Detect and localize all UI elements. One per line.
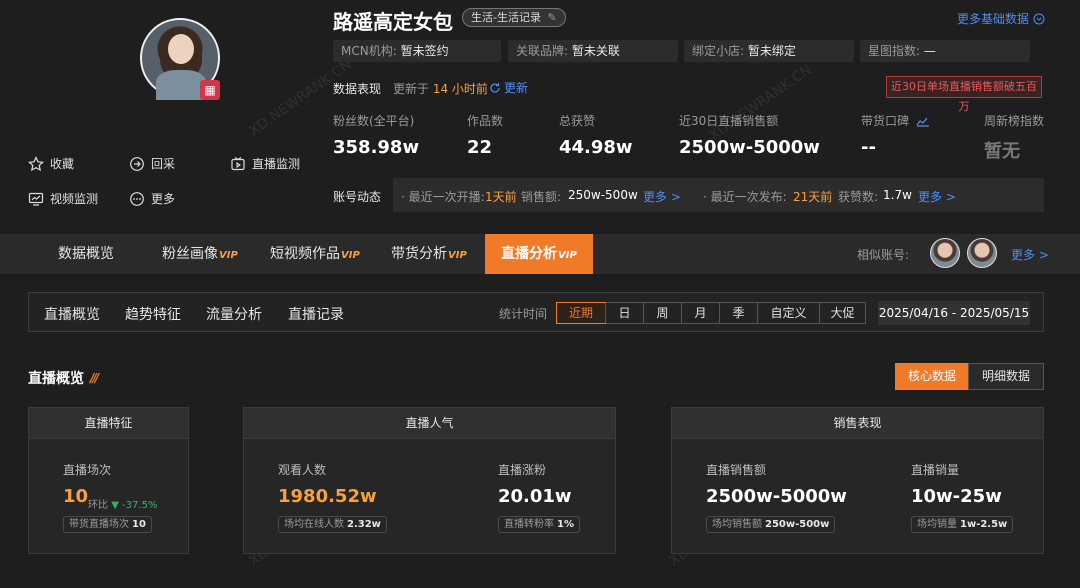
period-custom[interactable]: 自定义: [757, 303, 819, 323]
video-monitor-button[interactable]: 视频监测: [28, 190, 98, 207]
tab-overview[interactable]: 数据概览: [58, 234, 114, 274]
similar-account-avatar[interactable]: [967, 238, 997, 268]
subtab-trend[interactable]: 趋势特征: [125, 304, 181, 324]
slash-decoration-icon: ///: [90, 371, 99, 385]
watermark: XD.NEWRANK.CN: [706, 61, 815, 145]
trend-icon[interactable]: [916, 116, 930, 127]
stat-likes-label: 总获赞: [559, 114, 596, 128]
shop-info: 绑定小店: 暂未绑定: [684, 40, 854, 62]
account-dynamics: · 最近一次开播: 1天前 销售额: 250w-500w 更多 > · 最近一次…: [393, 178, 1044, 212]
fans-gain-value: 20.01w: [498, 486, 572, 507]
updated-time: 更新于 14 小时前: [393, 82, 488, 96]
avg-online-chip: 场均在线人数 2.32w: [278, 516, 387, 533]
monitor-chart-icon: [28, 192, 44, 206]
core-data-toggle[interactable]: 核心数据: [895, 363, 969, 390]
avg-volume-chip: 场均销量 1w-2.5w: [911, 516, 1014, 533]
subtab-live-overview[interactable]: 直播概览: [44, 304, 100, 324]
period-season[interactable]: 季: [719, 303, 757, 323]
star-index-info: 星图指数: —: [860, 40, 1030, 62]
tab-videos[interactable]: 短视频作品VIP: [270, 234, 360, 274]
fan-conversion-chip: 直播转粉率 1%: [498, 516, 580, 533]
more-publish-link[interactable]: 更多 >: [918, 188, 956, 205]
category-tag[interactable]: 生活-生活记录 ✎: [462, 8, 566, 27]
stat-live-sales-label: 近30日直播销售额: [679, 114, 779, 128]
stat-weekly-index-label: 周新榜指数: [984, 114, 1045, 128]
stat-fans-label: 粉丝数(全平台): [333, 114, 415, 128]
dynamics-label: 账号动态: [333, 190, 382, 204]
qr-code-icon[interactable]: ▦: [200, 80, 220, 100]
sales-volume-value: 10w-25w: [911, 486, 1002, 507]
goods-live-count-chip: 带货直播场次 10: [63, 516, 152, 533]
more-button[interactable]: 更多: [129, 190, 175, 207]
mcn-info: MCN机构: 暂未签约: [333, 40, 501, 62]
sales-performance-card: 销售表现 直播销售额 2500w-5000w 场均销售额 250w-500w 直播…: [671, 407, 1044, 554]
section-title: 直播概览///: [28, 371, 99, 387]
avg-sales-chip: 场均销售额 250w-500w: [706, 516, 836, 533]
main-tab-bar: 数据概览 粉丝画像VIP 短视频作品VIP 带货分析VIP 直播分析VIP: [0, 234, 1080, 274]
live-monitor-button[interactable]: 直播监测: [230, 155, 300, 172]
period-week[interactable]: 周: [643, 303, 681, 323]
detail-data-toggle[interactable]: 明细数据: [968, 363, 1044, 390]
period-day[interactable]: 日: [605, 303, 643, 323]
sales-alert-badge: 近30日单场直播销售额破五百万: [886, 76, 1042, 113]
period-recent[interactable]: 近期: [556, 302, 606, 324]
subtab-traffic[interactable]: 流量分析: [206, 304, 262, 324]
sub-nav: 直播概览 趋势特征 流量分析 直播记录 统计时间 近期 日 周 月 季 自定义 …: [28, 292, 1044, 332]
star-icon: [28, 155, 44, 171]
period-month[interactable]: 月: [681, 303, 719, 323]
more-live-link[interactable]: 更多 >: [643, 188, 681, 205]
stat-works-label: 作品数: [467, 114, 504, 128]
stat-time-label: 统计时间: [499, 307, 548, 321]
brand-info: 关联品牌: 暂未关联: [508, 40, 678, 62]
login-icon: [130, 156, 144, 171]
live-count-value: 10: [63, 486, 89, 507]
similar-account-avatar[interactable]: [930, 238, 960, 268]
tab-fans[interactable]: 粉丝画像VIP: [162, 234, 238, 274]
stat-reputation-value: --: [861, 137, 876, 158]
live-icon: [231, 156, 245, 170]
refresh-button[interactable]: 更新: [489, 79, 528, 96]
live-popularity-card: 直播人气 观看人数 1980.52w 场均在线人数 2.32w 直播涨粉 20.0…: [243, 407, 616, 554]
similar-more-link[interactable]: 更多 >: [1011, 246, 1049, 263]
live-feature-card: 直播特征 直播场次 10 环比 ▼ -37.5% 带货直播场次 10: [28, 407, 189, 554]
subtab-records[interactable]: 直播记录: [288, 304, 344, 324]
edit-icon[interactable]: ✎: [547, 11, 556, 24]
date-range-picker[interactable]: 2025/04/16 - 2025/05/15: [878, 301, 1030, 325]
stat-works-value: 22: [467, 137, 493, 158]
viewers-value: 1980.52w: [278, 486, 377, 507]
chevron-down-circle-icon: [1033, 13, 1045, 24]
stat-live-sales-value: 2500w-5000w: [679, 137, 820, 158]
account-name: 路遥高定女包: [333, 10, 453, 34]
refresh-icon: [490, 82, 500, 93]
stat-fans-value: 358.98w: [333, 137, 420, 158]
stat-likes-value: 44.98w: [559, 137, 633, 158]
favorite-button[interactable]: 收藏: [28, 155, 74, 172]
sales-amount-value: 2500w-5000w: [706, 486, 847, 507]
more-dots-icon: [130, 191, 144, 206]
period-selector: 近期 日 周 月 季 自定义 大促: [556, 302, 866, 324]
more-basic-data-link[interactable]: 更多基础数据: [957, 10, 1045, 27]
tab-goods[interactable]: 带货分析VIP: [391, 234, 467, 274]
stat-weekly-index-value: 暂无: [984, 141, 1020, 162]
similar-accounts-label: 相似账号:: [857, 248, 910, 262]
stat-reputation-label: 带货口碑: [861, 112, 930, 129]
tab-live[interactable]: 直播分析VIP: [485, 234, 593, 274]
performance-label: 数据表现: [333, 82, 382, 96]
recall-button[interactable]: 回采: [129, 155, 175, 172]
ring-ratio: 环比 ▼ -37.5%: [88, 500, 158, 511]
period-promo[interactable]: 大促: [819, 303, 865, 323]
